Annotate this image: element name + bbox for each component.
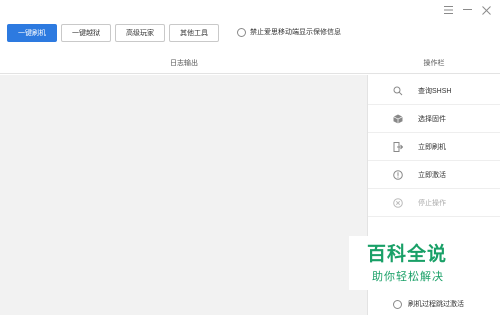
info-circle-icon xyxy=(393,169,403,180)
ops-header: 操作栏 xyxy=(423,60,445,67)
op-label: 立即刷机 xyxy=(418,143,446,151)
privacy-option[interactable]: 禁止爱思移动端显示保修信息 xyxy=(237,27,341,37)
menu-icon[interactable] xyxy=(442,4,454,16)
op-label: 查询SHSH xyxy=(418,87,452,95)
op-flash-now[interactable]: 立即刷机 xyxy=(368,133,500,161)
close-icon[interactable] xyxy=(480,4,492,16)
op-query-shsh[interactable]: 查询SHSH xyxy=(368,77,500,105)
skip-activation-option[interactable]: 刷机过程跳过激活 xyxy=(393,299,464,309)
other-tools-button[interactable]: 其他工具 xyxy=(169,24,219,42)
flash-icon xyxy=(393,141,403,152)
watermark-subtitle: 助你轻松解决 xyxy=(372,270,444,283)
search-icon xyxy=(393,86,403,96)
watermark-title: 百科全说 xyxy=(367,243,448,265)
jailbreak-button[interactable]: 一键越狱 xyxy=(61,24,111,42)
op-label: 停止操作 xyxy=(418,199,446,207)
minimize-icon[interactable] xyxy=(461,4,473,16)
log-output-area[interactable] xyxy=(0,75,367,315)
skip-activation-label: 刷机过程跳过激活 xyxy=(408,301,464,308)
panel-header-row: 日志输出 操作栏 xyxy=(0,52,500,74)
op-activate-now[interactable]: 立即激活 xyxy=(368,161,500,189)
advanced-button[interactable]: 高级玩家 xyxy=(115,24,165,42)
log-header: 日志输出 xyxy=(170,60,198,67)
window-controls xyxy=(442,4,492,16)
op-stop[interactable]: 停止操作 xyxy=(368,189,500,217)
skip-activation-radio[interactable] xyxy=(393,299,402,309)
privacy-radio[interactable] xyxy=(237,27,246,37)
op-label: 选择固件 xyxy=(418,115,446,123)
privacy-label: 禁止爱思移动端显示保修信息 xyxy=(250,29,341,36)
toolbar: 一键刷机 一键越狱 高级玩家 其他工具 禁止爱思移动端显示保修信息 xyxy=(0,0,500,52)
op-label: 立即激活 xyxy=(418,171,446,179)
op-select-firmware[interactable]: 选择固件 xyxy=(368,105,500,133)
flash-button[interactable]: 一键刷机 xyxy=(7,24,57,42)
stop-icon xyxy=(393,197,403,208)
cube-icon xyxy=(393,114,403,124)
